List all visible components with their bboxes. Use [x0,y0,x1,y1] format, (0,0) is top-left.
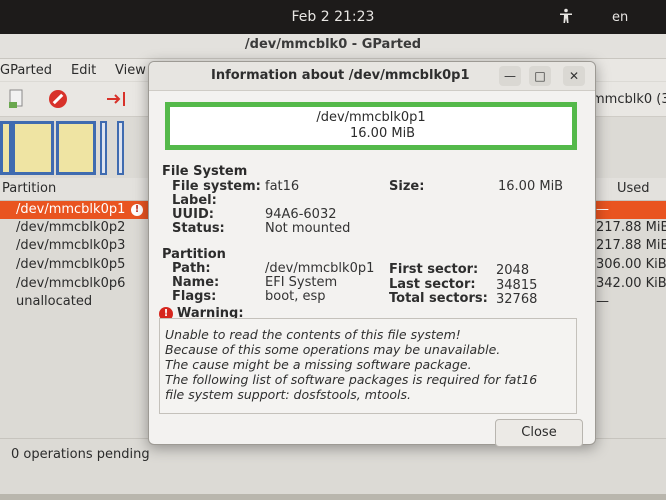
information-dialog: Information about /dev/mmcblk0p1 — □ ✕ /… [148,61,596,447]
window-title: /dev/mmcblk0 - GParted [244,37,422,52]
part-value-path: /dev/mmcblk0p1 [265,261,375,276]
dialog-title: Information about /dev/mmcblk0p1 [211,68,470,83]
part-label-path: Path: [172,261,211,276]
part-value-name: EFI System [265,275,338,290]
fs-label-status: Status: [172,221,225,236]
graphic-size: 16.00 MiB [350,126,416,141]
fs-value-file-system: fat16 [265,179,300,194]
partition-used: — [596,294,609,309]
fs-label-uuid: UUID: [172,207,214,222]
part-value-total-sectors: 32768 [496,292,538,307]
maximize-icon[interactable]: □ [529,66,551,86]
input-language[interactable]: en [612,10,628,25]
warning-line: Unable to read the contents of this file… [165,327,461,342]
part-label-total-sectors: Total sectors: [389,291,488,306]
fs-label-label: Label: [172,193,217,208]
partition-name: /dev/mmcblk0p3 [16,238,126,253]
partition-block[interactable] [0,121,12,175]
menu-edit[interactable]: Edit [71,63,96,78]
pending-operations: 0 operations pending [11,447,150,462]
warning-line: The cause might be a missing software pa… [165,357,472,372]
fs-value-uuid: 94A6-6032 [265,207,337,222]
partition-block[interactable] [56,121,96,175]
file-system-header: File System [162,164,248,179]
partition-used: 217.88 MiB [596,238,666,253]
partition-used: 306.00 KiB [596,257,666,272]
column-used[interactable]: Used [617,181,650,196]
error-icon: ! [131,204,143,216]
close-icon[interactable]: ✕ [563,66,585,86]
partition-block[interactable] [117,121,124,175]
delete-icon[interactable] [47,88,69,110]
part-label-first-sector: First sector: [389,262,479,277]
partition-block[interactable] [100,121,107,175]
warning-line: Because of this some operations may be u… [165,342,501,357]
partition-used: — [596,202,609,217]
partition-block[interactable] [12,121,54,175]
partition-header: Partition [162,247,226,262]
resize-move-icon[interactable] [106,88,128,110]
warning-line: The following list of software packages … [165,372,538,387]
partition-used: 217.88 MiB [596,220,666,235]
device-selector[interactable]: mmcblk0 (3 [592,92,666,107]
warning-line: file system support: dosfstools, mtools. [165,387,412,402]
fs-label-size: Size: [389,179,425,194]
part-value-last-sector: 34815 [496,278,538,293]
fs-value-status: Not mounted [265,221,351,236]
fs-value-size: 16.00 MiB [498,179,564,194]
partition-name: /dev/mmcblk0p6 [16,276,126,291]
fs-label-file-system: File system: [172,179,261,194]
close-button[interactable]: Close [495,419,583,447]
part-label-flags: Flags: [172,289,217,304]
dialog-titlebar: Information about /dev/mmcblk0p1 — □ ✕ [149,62,595,91]
partition-name: /dev/mmcblk0p5 [16,257,126,272]
menu-view[interactable]: View [115,63,146,78]
part-label-name: Name: [172,275,220,290]
part-value-first-sector: 2048 [496,263,530,278]
part-value-flags: boot, esp [265,289,326,304]
window-titlebar: /dev/mmcblk0 - GParted [0,34,666,59]
partition-name: /dev/mmcblk0p2 [16,220,126,235]
accessibility-icon[interactable] [558,8,574,24]
partition-name: unallocated [16,294,93,309]
partition-used: 342.00 KiB [596,276,666,291]
partition-graphic: /dev/mmcblk0p1 16.00 MiB [165,102,577,150]
warning-message-box: Unable to read the contents of this file… [159,318,577,414]
menu-gparted[interactable]: GParted [0,63,52,78]
minimize-icon[interactable]: — [499,66,521,86]
part-label-last-sector: Last sector: [389,277,476,292]
graphic-path: /dev/mmcblk0p1 [316,110,426,125]
new-partition-icon[interactable] [6,88,28,110]
partition-name: /dev/mmcblk0p1 [16,202,126,217]
column-partition[interactable]: Partition [2,181,56,196]
system-top-bar: Feb 2 21:23 en [0,0,666,34]
